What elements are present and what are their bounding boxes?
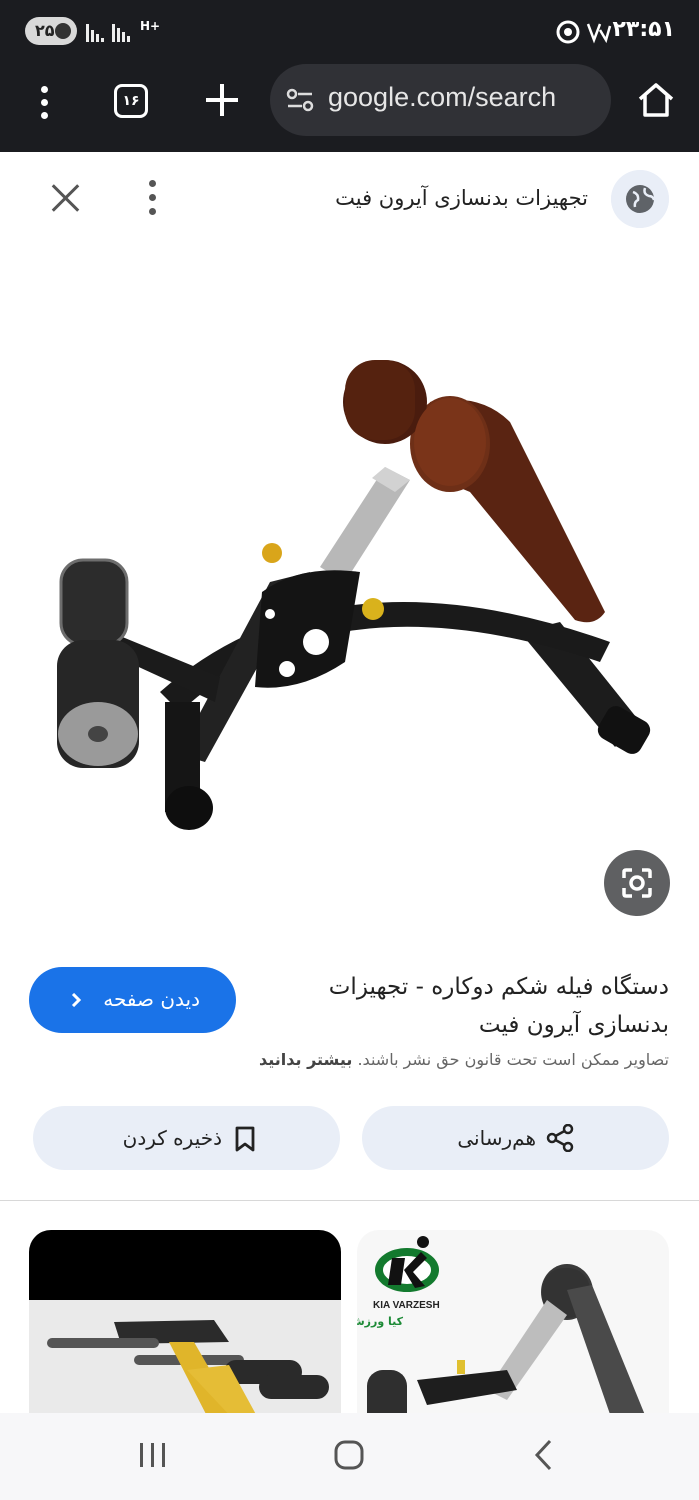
preview-image[interactable]	[0, 242, 699, 942]
notification-icon	[55, 23, 71, 39]
globe-icon	[611, 170, 669, 228]
learn-more-link[interactable]: بیشتر بدانید	[259, 1050, 352, 1069]
home-nav-icon[interactable]	[334, 1440, 364, 1470]
status-bar: ۲۵ H+ ۲۳:۵۱	[0, 0, 699, 62]
related-image-left[interactable]	[29, 1230, 341, 1420]
lens-icon	[622, 868, 652, 898]
browser-toolbar: ۱۶ google.com/search	[0, 62, 699, 152]
more-vert-icon[interactable]	[38, 86, 50, 120]
source-site-name[interactable]: تجهیزات بدنسازی آیرون فیت	[335, 186, 588, 210]
save-button[interactable]: ذخیره کردن	[33, 1106, 340, 1170]
new-tab-plus-icon[interactable]	[204, 82, 240, 118]
more-options-icon[interactable]	[146, 180, 160, 216]
logo-text-fa: کیا ورزش	[357, 1315, 404, 1328]
save-label: ذخیره کردن	[122, 1126, 222, 1150]
yellow-bench-photo	[29, 1230, 341, 1420]
home-icon[interactable]	[636, 80, 676, 120]
copyright-text: تصاویر ممکن است تحت قانون حق نشر باشند.	[357, 1050, 669, 1069]
clock: ۲۳:۵۱	[612, 17, 675, 42]
recent-apps-icon[interactable]	[137, 1441, 169, 1469]
share-button[interactable]: هم‌رسانی	[362, 1106, 669, 1170]
chrome-icon	[556, 20, 580, 44]
visit-page-button[interactable]: دیدن صفحه	[29, 967, 236, 1033]
bookmark-icon	[235, 1126, 255, 1152]
image-viewer-header: تجهیزات بدنسازی آیرون فیت	[0, 152, 699, 242]
address-bar[interactable]: google.com/search	[270, 64, 611, 136]
share-icon	[546, 1124, 574, 1152]
signal-strength-icon-2	[112, 22, 134, 42]
copyright-notice: تصاویر ممکن است تحت قانون حق نشر باشند. …	[259, 1050, 669, 1069]
lens-search-button[interactable]	[604, 850, 670, 916]
chevron-right-icon	[71, 993, 82, 1007]
tab-switcher-button[interactable]: ۱۶	[114, 84, 148, 118]
visit-page-label: دیدن صفحه	[103, 987, 200, 1011]
signal-strength-icon	[86, 22, 108, 42]
wifi-calling-icon	[586, 23, 612, 44]
logo-text-en: KIA VARZESH	[373, 1300, 440, 1311]
site-settings-icon[interactable]	[286, 88, 314, 112]
share-label: هم‌رسانی	[457, 1126, 536, 1150]
related-image-right[interactable]: KIA VARZESH کیا ورزش	[357, 1230, 669, 1420]
network-type: H+	[140, 19, 161, 33]
notification-count: ۲۵	[35, 21, 55, 40]
ab-bench-photo	[57, 360, 651, 830]
back-icon[interactable]	[532, 1439, 556, 1471]
section-divider	[0, 1200, 699, 1201]
url-text[interactable]: google.com/search	[328, 82, 556, 113]
result-title[interactable]: دستگاه فیله شکم دوکاره - تجهیزات بدنسازی…	[289, 968, 669, 1044]
system-navigation-bar	[0, 1413, 699, 1500]
notification-badge: ۲۵	[25, 17, 77, 45]
kia-varzesh-bench-photo: KIA VARZESH کیا ورزش	[357, 1230, 669, 1420]
close-icon[interactable]	[50, 182, 82, 214]
